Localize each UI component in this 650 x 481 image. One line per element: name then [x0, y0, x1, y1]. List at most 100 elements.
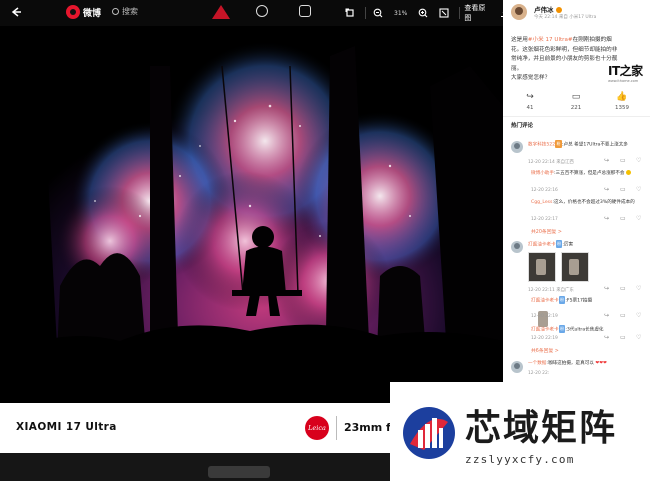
- search-input[interactable]: 搜索: [112, 6, 138, 17]
- zoom-in-icon[interactable]: [415, 5, 431, 21]
- avatar[interactable]: [511, 241, 523, 253]
- comment-icon[interactable]: ▭: [620, 186, 626, 193]
- post-meta: 今天 22:14 来自 小米17 Ultra: [534, 15, 597, 20]
- zoom-level: 31%: [394, 9, 408, 17]
- messages-icon[interactable]: [299, 5, 311, 17]
- comment-body: :卢总 希望17Ultra不要上涨太多: [561, 142, 628, 148]
- comment-author[interactable]: 打酱油卡老卡: [528, 242, 556, 247]
- viewer-topbar: 微博 搜索 31% 查看原图: [0, 0, 503, 26]
- comment-icon[interactable]: ▭: [620, 334, 626, 341]
- reply-text: 打酱油卡老卡粉:3代ultra长焦虚化: [531, 325, 604, 334]
- comment-button[interactable]: ▭ 221: [561, 92, 591, 111]
- like-icon[interactable]: ♡: [636, 215, 641, 222]
- comment-body: :厉害: [562, 242, 574, 248]
- site-logo[interactable]: 微博: [66, 5, 101, 19]
- comment-image[interactable]: [528, 252, 556, 282]
- fit-screen-icon[interactable]: [436, 5, 452, 21]
- section-title: 热门评论: [511, 123, 534, 129]
- post-text-pre: 这是用: [511, 37, 528, 43]
- reply-author[interactable]: 打酱油卡老卡: [531, 298, 559, 303]
- reply-author[interactable]: Cgg_Less: [531, 200, 552, 205]
- reply-body: :3代ultra长焦虚化: [565, 327, 604, 333]
- watermark-url: zzslyyxcfy.com: [465, 453, 575, 466]
- comment-author[interactable]: 数字科技522: [528, 142, 555, 147]
- site-name: 微博: [83, 8, 102, 19]
- comment-image[interactable]: [561, 252, 589, 282]
- author-name[interactable]: 卢伟冰: [534, 4, 562, 14]
- post-text: 这是用#小米 17 Ultra#在刚刚拍摄的烟花。这张烟花色彩鲜明，但细节却能拍…: [511, 36, 619, 74]
- camera-brand: XIAOMI 17 Ultra: [16, 421, 117, 433]
- shield-logo-icon: [403, 407, 455, 459]
- avatar[interactable]: [511, 141, 523, 153]
- app-logo-icon[interactable]: [210, 3, 232, 21]
- thumbnail-chip[interactable]: [208, 466, 270, 478]
- like-icon[interactable]: ♡: [636, 312, 641, 319]
- share-icon[interactable]: ↪: [604, 285, 609, 292]
- share-icon[interactable]: ↪: [604, 157, 609, 164]
- reply-body: :F5票17拍摄: [565, 298, 593, 304]
- more-replies-link[interactable]: 共6条回复 >: [531, 347, 559, 354]
- search-placeholder: 搜索: [122, 7, 138, 16]
- photo-viewer-app: 微博 搜索 31% 查看原图 XIAOMI 17 Ultra Leica 23m…: [0, 0, 650, 481]
- divider: [503, 116, 650, 117]
- zoom-out-icon[interactable]: [371, 5, 387, 21]
- reply-body: :这么，价格也不会超过3%的硬件成本的: [552, 200, 635, 205]
- like-icon[interactable]: ♡: [636, 285, 641, 292]
- avatar[interactable]: [511, 4, 527, 20]
- toolbar-divider: [364, 7, 366, 19]
- share-icon[interactable]: ↪: [604, 186, 609, 193]
- view-original-button[interactable]: 查看原图: [464, 3, 488, 23]
- comment-icon[interactable]: ▭: [620, 285, 626, 292]
- reply-time: 12-20 22:19: [531, 314, 558, 319]
- comment-icon[interactable]: ▭: [620, 157, 626, 164]
- share-icon[interactable]: ↪: [604, 215, 609, 222]
- comment-time: 12-20 22:: [528, 371, 550, 376]
- fan-badge: 粉: [555, 140, 562, 148]
- comment-count: 221: [570, 105, 582, 111]
- lens-divider: [336, 416, 337, 440]
- reply-author[interactable]: 打酱油卡老卡: [531, 327, 559, 332]
- like-icon[interactable]: ♡: [636, 186, 641, 193]
- back-icon[interactable]: [10, 6, 24, 20]
- reply-text: Cgg_Less:这么，价格也不会超过3%的硬件成本的: [531, 199, 643, 207]
- emoji-icon: [625, 170, 631, 175]
- verified-badge-icon: [555, 7, 562, 13]
- reply-text: 打酱油卡老卡粉:F5票17拍摄: [531, 296, 592, 305]
- comment-time: 12-20 22:14 来自江西: [528, 160, 574, 165]
- repost-button[interactable]: ↪ 41: [515, 92, 545, 111]
- reply-author[interactable]: 微博小助手: [531, 171, 554, 176]
- fireworks-photo[interactable]: [0, 26, 503, 403]
- notifications-icon[interactable]: [256, 5, 268, 17]
- viewer-toolbar: 31% 查看原图: [342, 3, 503, 23]
- topic-link[interactable]: #小米 17 Ultra#: [528, 37, 573, 43]
- repost-count: 41: [526, 105, 534, 111]
- comment-author[interactable]: 一个数据: [528, 361, 546, 366]
- like-button[interactable]: 👍 1359: [607, 92, 637, 111]
- comment-icon[interactable]: ▭: [620, 312, 626, 319]
- more-replies-link[interactable]: 共20条回复 >: [531, 228, 562, 235]
- comment-body: :咖啡这拍摄，是真可以: [546, 361, 594, 366]
- leica-logo: Leica: [305, 416, 329, 440]
- comment-icon[interactable]: ▭: [620, 215, 626, 222]
- avatar[interactable]: [511, 361, 523, 373]
- repost-icon: ↪: [526, 92, 534, 102]
- share-icon[interactable]: ↪: [604, 312, 609, 319]
- comment-text: 打酱油卡老卡粉:厉害: [528, 240, 573, 249]
- search-icon: [112, 8, 119, 15]
- reply-body: :三五百不算涨，但是卢总涨那不会: [553, 171, 625, 176]
- toolbar-divider: [458, 7, 460, 19]
- reply-time: 12-20 22:16: [531, 188, 558, 193]
- lens-info: 23mm f/: [344, 421, 395, 434]
- share-icon[interactable]: ↪: [604, 334, 609, 341]
- reply-time: 12-20 22:17: [531, 217, 558, 222]
- like-icon[interactable]: ♡: [636, 157, 641, 164]
- ithome-logo: IT之家 www.ithome.com: [608, 62, 644, 83]
- weibo-logo-icon: [66, 5, 80, 19]
- reply-text: 微博小助手:三五百不算涨，但是卢总涨那不会: [531, 170, 643, 178]
- heart-icon: ❤❤❤: [595, 361, 607, 366]
- like-count: 1359: [615, 105, 629, 111]
- rotate-icon[interactable]: [342, 5, 358, 21]
- post-question: 大家感觉怎样？: [511, 75, 551, 81]
- like-icon[interactable]: ♡: [636, 334, 641, 341]
- like-icon: 👍: [616, 92, 628, 102]
